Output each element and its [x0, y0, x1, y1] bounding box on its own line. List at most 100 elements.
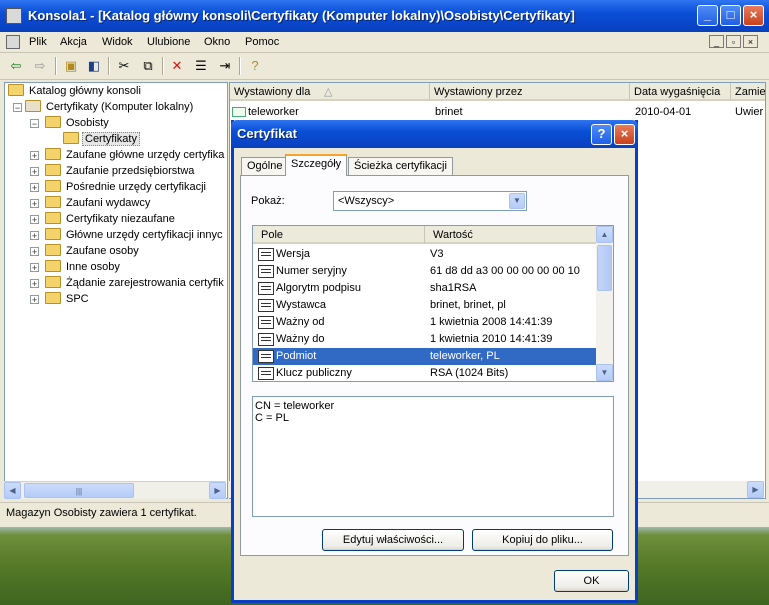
copy-to-file-button[interactable]: Kopiuj do pliku...	[472, 529, 613, 551]
expand-toggle[interactable]: +	[30, 231, 39, 241]
cut-icon[interactable]: ✂	[116, 58, 132, 74]
scroll-right-icon[interactable]: ▶	[747, 481, 764, 498]
cell-issued-to: teleworker	[248, 106, 299, 118]
field-row[interactable]: Ważny do 1 kwietnia 2010 14:41:39	[253, 331, 596, 348]
console-tree: Katalog główny konsoli − Certyfikaty (Ko…	[4, 82, 228, 499]
title-bar[interactable]: Konsola1 - [Katalog główny konsoli\Certy…	[0, 0, 769, 32]
tree-item-untrusted[interactable]: Certyfikaty niezaufane	[45, 211, 177, 227]
fields-vertical-scrollbar[interactable]: ▲ ▼	[596, 226, 613, 381]
scroll-up-icon[interactable]: ▲	[596, 226, 613, 243]
scroll-left-icon[interactable]: ◀	[4, 482, 21, 499]
minimize-button[interactable]: _	[697, 5, 718, 26]
column-header-issued-to[interactable]: Wystawiony dla △	[230, 83, 430, 101]
menu-pomoc[interactable]: Pomoc	[245, 36, 279, 48]
expand-toggle[interactable]: +	[30, 151, 39, 161]
folder-icon	[45, 292, 61, 304]
scroll-thumb[interactable]	[597, 245, 612, 291]
expand-toggle[interactable]: +	[30, 199, 39, 209]
column-header-purposes[interactable]: Zamie	[731, 83, 765, 101]
folder-icon	[45, 276, 61, 288]
tree-item-trusted-root[interactable]: Zaufane główne urzędy certyfika	[45, 147, 226, 163]
expand-toggle[interactable]: +	[30, 183, 39, 193]
column-header-value[interactable]: Wartość	[425, 226, 598, 244]
scroll-right-icon[interactable]: ▶	[209, 482, 226, 499]
chevron-down-icon[interactable]: ▼	[509, 193, 525, 209]
menu-plik[interactable]: Plik	[29, 36, 47, 48]
scroll-down-icon[interactable]: ▼	[596, 364, 613, 381]
expand-toggle[interactable]: +	[30, 215, 39, 225]
tree-item-certificates-local[interactable]: Certyfikaty (Komputer lokalny)	[25, 99, 195, 115]
cell-expiration: 2010-04-01	[635, 106, 692, 118]
tree-item-trusted-publishers[interactable]: Zaufani wydawcy	[45, 195, 152, 211]
tree-item-enterprise-trust[interactable]: Zaufanie przedsiębiorstwa	[45, 163, 196, 179]
tree-item-intermediate[interactable]: Pośrednie urzędy certyfikacji	[45, 179, 208, 195]
field-icon	[258, 282, 274, 295]
tab-details[interactable]: Szczegóły	[285, 154, 348, 176]
tree-item-trusted-people[interactable]: Zaufane osoby	[45, 243, 141, 259]
toolbar-separator	[108, 57, 110, 75]
dialog-title-bar[interactable]: Certyfikat ? ×	[231, 120, 638, 148]
delete-icon[interactable]: ✕	[169, 58, 185, 74]
collapse-toggle[interactable]: −	[30, 119, 39, 129]
tree-item-certificates[interactable]: Certyfikaty	[63, 131, 140, 147]
folder-icon	[45, 228, 61, 240]
mdi-close-button[interactable]: ×	[743, 35, 758, 48]
dialog-title: Certyfikat	[237, 126, 297, 141]
tree-item-root[interactable]: Katalog główny konsoli	[8, 83, 143, 99]
tree-item-personal[interactable]: Osobisty	[45, 115, 111, 131]
folder-icon	[45, 164, 61, 176]
forward-icon[interactable]: ⇨	[32, 58, 48, 74]
help-button[interactable]: ?	[591, 124, 612, 145]
collapse-toggle[interactable]: −	[13, 103, 22, 113]
tree-item-third-party-root[interactable]: Główne urzędy certyfikacji innyc	[45, 227, 225, 243]
maximize-button[interactable]: □	[720, 5, 741, 26]
copy-icon[interactable]: ⧉	[140, 58, 156, 74]
folder-icon	[45, 196, 61, 208]
expand-toggle[interactable]: +	[30, 295, 39, 305]
tab-general[interactable]: Ogólne	[241, 157, 289, 175]
show-tree-icon[interactable]: ◧	[86, 58, 102, 74]
tree-item-spc[interactable]: SPC	[45, 291, 91, 307]
menu-widok[interactable]: Widok	[102, 36, 133, 48]
up-folder-icon[interactable]: ▣	[63, 58, 79, 74]
export-icon[interactable]: ⇥	[217, 58, 233, 74]
folder-icon	[45, 116, 61, 128]
field-row[interactable]: Numer seryjny 61 d8 dd a3 00 00 00 00 00 …	[253, 263, 596, 280]
field-row[interactable]: Algorytm podpisu sha1RSA	[253, 280, 596, 297]
expand-toggle[interactable]: +	[30, 167, 39, 177]
edit-properties-button[interactable]: Edytuj właściwości...	[322, 529, 464, 551]
mdi-minimize-button[interactable]: _	[709, 35, 724, 48]
field-row[interactable]: Wystawca brinet, brinet, pl	[253, 297, 596, 314]
tree-horizontal-scrollbar[interactable]: ◀ ||| ▶	[4, 481, 226, 499]
ok-button[interactable]: OK	[554, 570, 629, 592]
properties-icon[interactable]: ☰	[193, 58, 209, 74]
folder-icon	[45, 260, 61, 272]
field-row-selected[interactable]: Podmiot teleworker, PL	[253, 348, 596, 365]
field-row[interactable]: Ważny od 1 kwietnia 2008 14:41:39	[253, 314, 596, 331]
mdi-restore-button[interactable]: ▫	[726, 35, 741, 48]
menu-ulubione[interactable]: Ulubione	[147, 36, 190, 48]
column-header-field[interactable]: Pole	[253, 226, 425, 244]
back-icon[interactable]: ⇦	[8, 58, 24, 74]
help-icon[interactable]: ?	[247, 58, 263, 74]
expand-toggle[interactable]: +	[30, 279, 39, 289]
scroll-thumb[interactable]: |||	[24, 483, 134, 498]
field-detail-box[interactable]: CN = teleworker C = PL	[252, 396, 614, 517]
tree-item-enrollment-requests[interactable]: Żądanie zarejestrowania certyfik	[45, 275, 226, 291]
dialog-close-button[interactable]: ×	[614, 124, 635, 145]
close-button[interactable]: ×	[743, 5, 764, 26]
expand-toggle[interactable]: +	[30, 247, 39, 257]
tree-item-other-people[interactable]: Inne osoby	[45, 259, 122, 275]
field-icon	[258, 333, 274, 346]
show-dropdown[interactable]: <Wszyscy> ▼	[333, 191, 527, 211]
column-header-issued-by[interactable]: Wystawiony przez	[430, 83, 630, 101]
table-row[interactable]: teleworker brinet 2010-04-01 Uwier	[232, 104, 763, 120]
expand-toggle[interactable]: +	[30, 263, 39, 273]
column-header-expiration[interactable]: Data wygaśnięcia	[630, 83, 731, 101]
tab-certification-path[interactable]: Ścieżka certyfikacji	[348, 157, 453, 175]
menu-okno[interactable]: Okno	[204, 36, 230, 48]
field-row[interactable]: Wersja V3	[253, 246, 596, 263]
field-row[interactable]: Klucz publiczny RSA (1024 Bits)	[253, 365, 596, 381]
show-dropdown-value: <Wszyscy>	[338, 195, 395, 207]
menu-akcja[interactable]: Akcja	[60, 36, 87, 48]
